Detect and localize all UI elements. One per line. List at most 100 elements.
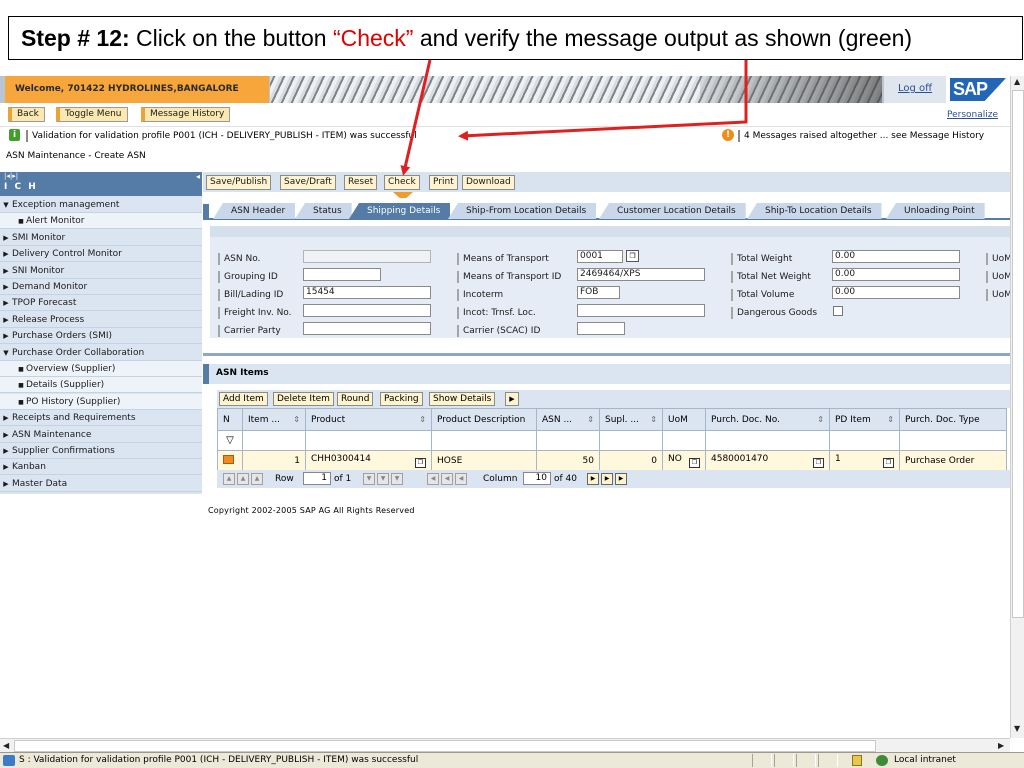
column-header[interactable]: Item ... ⇕ — [242, 408, 306, 431]
logoff-link[interactable]: Log off — [884, 76, 946, 103]
column-header[interactable]: Supl. ... ⇕ — [599, 408, 663, 431]
column-input[interactable]: 10 — [523, 472, 551, 485]
tab-status[interactable]: Status — [295, 203, 352, 219]
filter-cell[interactable] — [662, 430, 706, 451]
value-help-icon[interactable]: ❐ — [415, 457, 426, 468]
pd-item-cell[interactable]: 1 ❐ — [829, 450, 900, 471]
sort-icon[interactable]: ⇕ — [650, 415, 657, 424]
column-header[interactable]: PD Item ⇕ — [829, 408, 900, 431]
filter-cell[interactable] — [599, 430, 663, 451]
sidebar-item[interactable]: ■ Details (Supplier) — [0, 377, 202, 394]
filter-cell[interactable] — [431, 430, 537, 451]
next-page-column-icon[interactable]: ▶ — [601, 473, 613, 485]
filter-cell[interactable] — [705, 430, 830, 451]
sidebar-item[interactable]: ▶ Master Data — [0, 476, 202, 492]
add-item-button[interactable]: Add Item — [219, 392, 268, 406]
column-header[interactable]: UoM — [662, 408, 706, 431]
item-cell[interactable]: 1 — [242, 450, 306, 471]
delete-item-button[interactable]: Delete Item — [273, 392, 334, 406]
scroll-left-icon[interactable]: ◀ — [3, 741, 9, 750]
back-button[interactable]: Back — [8, 107, 45, 122]
uom-cell[interactable]: NO ❐ — [662, 450, 706, 471]
scroll-right-icon[interactable]: ▶ — [998, 741, 1004, 750]
sidebar-item[interactable]: ▶ ASN Maintenance — [0, 427, 202, 443]
next-page-row-icon[interactable]: ▼ — [377, 473, 389, 485]
tab-customer-location-details[interactable]: Customer Location Details — [599, 203, 746, 219]
vertical-scroll-thumb[interactable] — [1012, 90, 1024, 618]
description-cell[interactable]: HOSE — [431, 450, 537, 471]
freight-inv-field[interactable] — [303, 304, 431, 317]
bill-lading-field[interactable]: 15454 — [303, 286, 431, 299]
asn-qty-cell[interactable]: 50 — [536, 450, 600, 471]
expand-arrow-icon[interactable]: ▶ — [505, 392, 519, 406]
column-header[interactable]: Purch. Doc. No. ⇕ — [705, 408, 830, 431]
sort-icon[interactable]: ⇕ — [887, 415, 894, 424]
total-volume-field[interactable]: 0.00 — [832, 286, 960, 299]
tab-asn-header[interactable]: ASN Header — [213, 203, 296, 219]
means-of-transport-id-field[interactable]: 2469464/XPS — [577, 268, 705, 281]
incot-transfer-location-field[interactable] — [577, 304, 705, 317]
grouping-id-field[interactable] — [303, 268, 381, 281]
sidebar-item[interactable]: ■ Overview (Supplier) — [0, 361, 202, 377]
sidebar-item[interactable]: ▶ SMI Monitor — [0, 230, 202, 246]
packing-button[interactable]: Packing — [380, 392, 423, 406]
total-weight-field[interactable]: 0.00 — [832, 250, 960, 263]
sidebar-item[interactable]: ■ PO History (Supplier) — [0, 393, 202, 410]
sidebar-item[interactable]: ▶ TPOP Forecast — [0, 295, 202, 312]
show-details-button[interactable]: Show Details — [429, 392, 496, 406]
personalize-link[interactable]: Personalize — [947, 110, 998, 120]
column-header[interactable]: Product Description — [431, 408, 537, 431]
total-net-weight-field[interactable]: 0.00 — [832, 268, 960, 281]
print-button[interactable]: Print — [429, 175, 458, 190]
sidebar-collapse-icon[interactable]: ◂ — [196, 172, 200, 181]
value-help-icon[interactable]: ❐ — [813, 457, 824, 468]
sidebar-item[interactable]: ▶ Delivery Control Monitor — [0, 246, 202, 263]
row-status-cell[interactable] — [217, 450, 243, 471]
next-row-icon[interactable]: ▼ — [363, 473, 375, 485]
carrier-scac-id-field[interactable] — [577, 322, 625, 335]
message-history-button[interactable]: Message History — [141, 107, 231, 122]
column-header[interactable]: Purch. Doc. Type — [899, 408, 1007, 431]
sort-icon[interactable]: ⇕ — [419, 415, 426, 424]
next-column-icon[interactable]: ▶ — [587, 473, 599, 485]
first-row-icon[interactable]: ▲ — [223, 473, 235, 485]
sort-icon[interactable]: ⇕ — [587, 415, 594, 424]
incoterm-field[interactable]: FOB — [577, 286, 620, 299]
value-help-icon[interactable]: ❐ — [626, 250, 639, 262]
save-publish-button[interactable]: Save/Publish — [206, 175, 272, 190]
scroll-up-icon[interactable]: ▲ — [1014, 77, 1020, 86]
reset-button[interactable]: Reset — [344, 175, 378, 190]
horizontal-scrollbar[interactable]: ◀ ▶ — [0, 738, 1010, 752]
round-button[interactable]: Round — [337, 392, 374, 406]
means-of-transport-field[interactable]: 0001 — [577, 250, 623, 263]
tab-unloading-point[interactable]: Unloading Point — [886, 203, 985, 219]
sidebar-item[interactable]: ▶ Kanban — [0, 459, 202, 476]
value-help-icon[interactable]: ❐ — [689, 457, 700, 468]
filter-cell[interactable] — [305, 430, 432, 451]
vertical-scrollbar[interactable]: ▲ ▼ — [1010, 76, 1024, 738]
filter-cell[interactable] — [242, 430, 306, 451]
value-help-icon[interactable]: ❐ — [883, 457, 894, 468]
prev-row-icon[interactable]: ▲ — [251, 473, 263, 485]
column-header[interactable]: N — [217, 408, 243, 431]
save-draft-button[interactable]: Save/Draft — [280, 175, 336, 190]
sort-icon[interactable]: ⇕ — [817, 415, 824, 424]
filter-cell[interactable] — [899, 430, 1007, 451]
prev-page-row-icon[interactable]: ▲ — [237, 473, 249, 485]
carrier-party-field[interactable] — [303, 322, 431, 335]
row-input[interactable]: 1 — [303, 472, 331, 485]
sort-icon[interactable]: ⇕ — [293, 415, 300, 424]
last-row-icon[interactable]: ▼ — [391, 473, 403, 485]
sidebar-nav-arrows-icon[interactable]: |◂|▸| — [4, 172, 18, 180]
prev-column-icon[interactable]: ◀ — [455, 473, 467, 485]
filter-icon[interactable]: ▽ — [217, 430, 243, 451]
column-header[interactable]: Product ⇕ — [305, 408, 432, 431]
sidebar-item[interactable]: ▶ Supplier Confirmations — [0, 443, 202, 459]
sidebar-item[interactable]: ▼ Purchase Order Collaboration — [0, 345, 202, 361]
prev-page-column-icon[interactable]: ◀ — [441, 473, 453, 485]
sidebar-item[interactable]: ▶ Release Process — [0, 312, 202, 328]
check-button[interactable]: Check — [384, 175, 420, 190]
sidebar-item[interactable]: ▶ Purchase Orders (SMI) — [0, 328, 202, 345]
supl-qty-cell[interactable]: 0 — [599, 450, 663, 471]
tab-shipping-details[interactable]: Shipping Details — [349, 203, 451, 219]
